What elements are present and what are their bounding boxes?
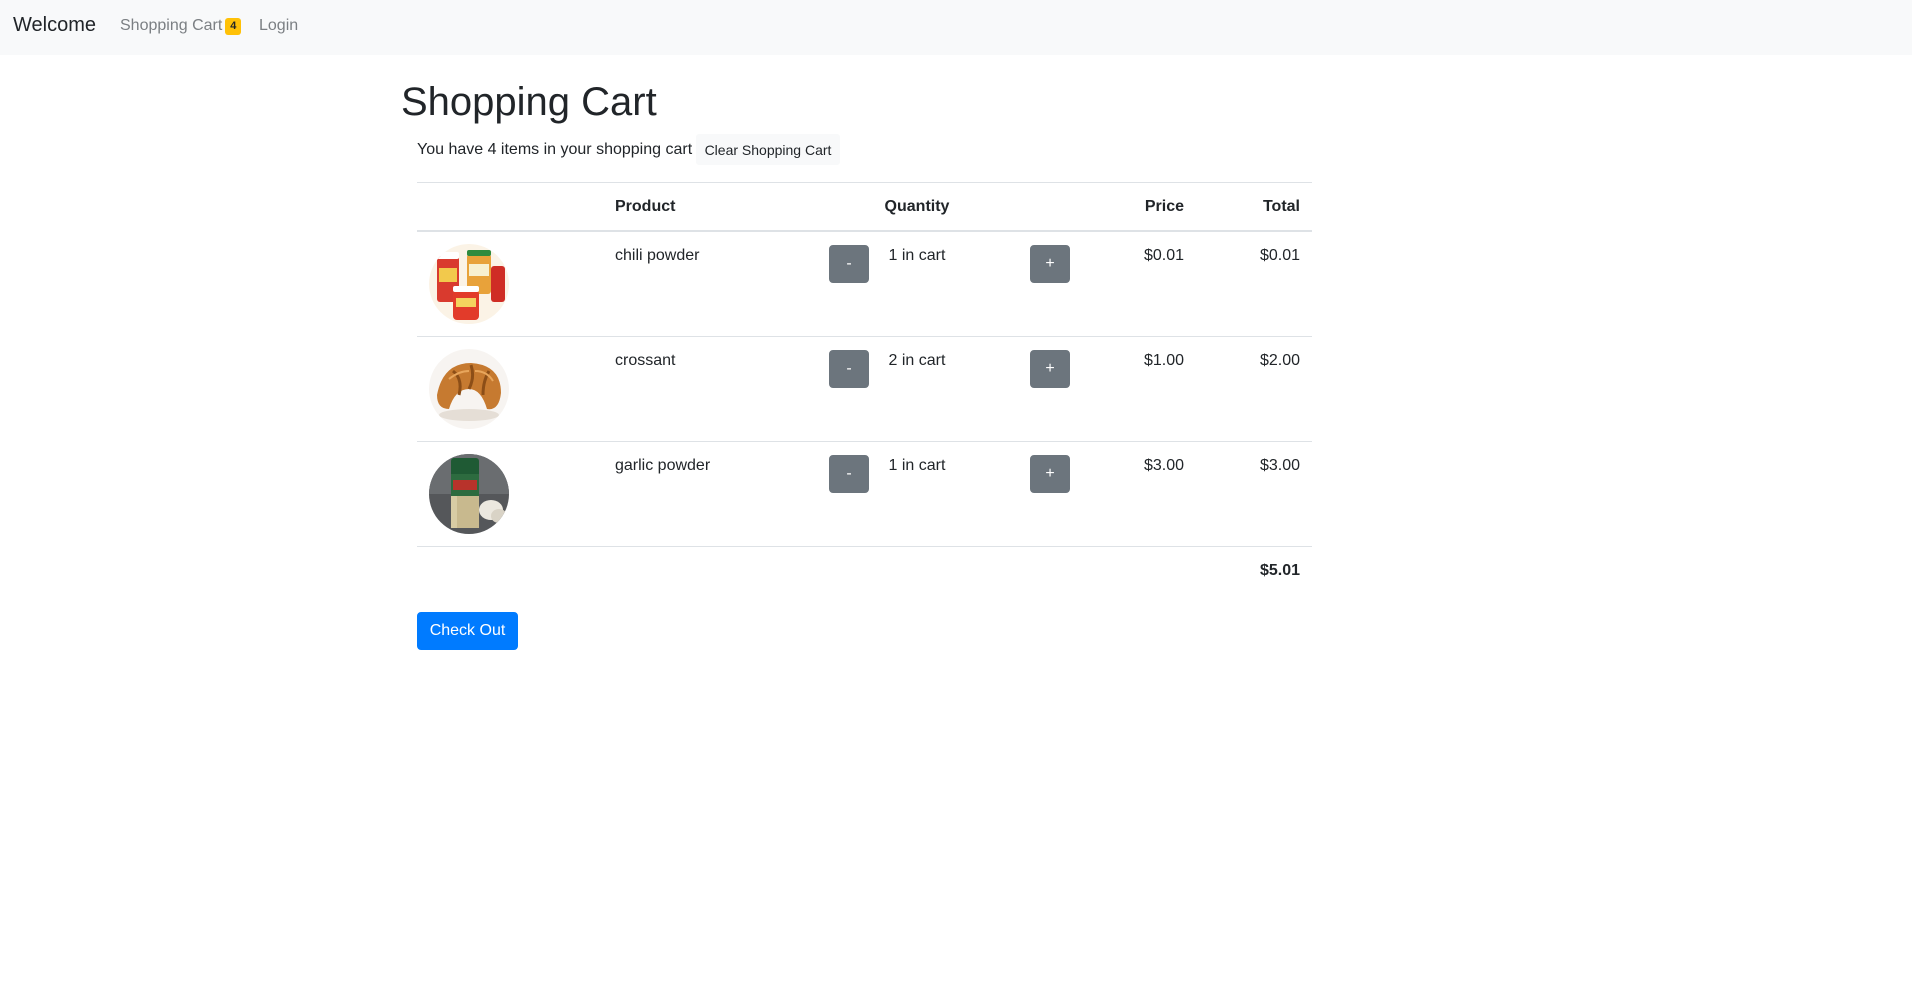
- nav-login-link[interactable]: Login: [259, 17, 298, 35]
- header-quantity: Quantity: [884, 198, 950, 215]
- chili-powder-image: [429, 244, 509, 324]
- grand-total: $5.01: [1259, 562, 1300, 579]
- table-row: garlic powder - 1 in cart + $3.00 $3.00: [417, 442, 1312, 547]
- unit-price: $3.00: [1143, 457, 1184, 474]
- cart-summary-text: You have 4 items in your shopping cart: [417, 141, 693, 158]
- header-price: Price: [1144, 198, 1184, 215]
- header-total: Total: [1262, 198, 1300, 215]
- croissant-image: [429, 349, 509, 429]
- clear-cart-button[interactable]: Clear Shopping Cart: [696, 134, 840, 165]
- nav-shopping-cart-link[interactable]: Shopping Cart 4: [120, 17, 242, 35]
- quantity-value: 1 in cart: [888, 247, 946, 264]
- product-name: chili powder: [615, 247, 700, 264]
- page-title: Shopping Cart: [401, 80, 657, 124]
- increase-quantity-button[interactable]: +: [1030, 455, 1070, 493]
- nav-cart-label: Shopping Cart: [120, 17, 223, 34]
- grand-total-row: $5.01: [417, 547, 1312, 595]
- increase-quantity-button[interactable]: +: [1030, 350, 1070, 388]
- navbar: Welcome Shopping Cart 4 Login: [0, 0, 1912, 55]
- header-product: Product: [615, 198, 676, 215]
- checkout-button[interactable]: Check Out: [417, 612, 518, 650]
- table-header-row: Product Quantity Price Total: [417, 182, 1312, 232]
- garlic-powder-image: [429, 454, 509, 534]
- brand-link[interactable]: Welcome: [13, 14, 96, 37]
- table-row: crossant - 2 in cart + $1.00 $2.00: [417, 337, 1312, 442]
- line-total: $2.00: [1259, 352, 1300, 369]
- cart-count-badge: 4: [225, 18, 242, 35]
- line-total: $0.01: [1259, 247, 1300, 264]
- quantity-value: 2 in cart: [888, 352, 946, 369]
- table-row: chili powder - 1 in cart + $0.01 $0.01: [417, 232, 1312, 337]
- unit-price: $1.00: [1143, 352, 1184, 369]
- increase-quantity-button[interactable]: +: [1030, 245, 1070, 283]
- product-name: garlic powder: [615, 457, 711, 474]
- quantity-value: 1 in cart: [888, 457, 946, 474]
- line-total: $3.00: [1259, 457, 1300, 474]
- product-name: crossant: [615, 352, 676, 369]
- cart-table: Product Quantity Price Total chili powde…: [417, 182, 1312, 595]
- unit-price: $0.01: [1143, 247, 1184, 264]
